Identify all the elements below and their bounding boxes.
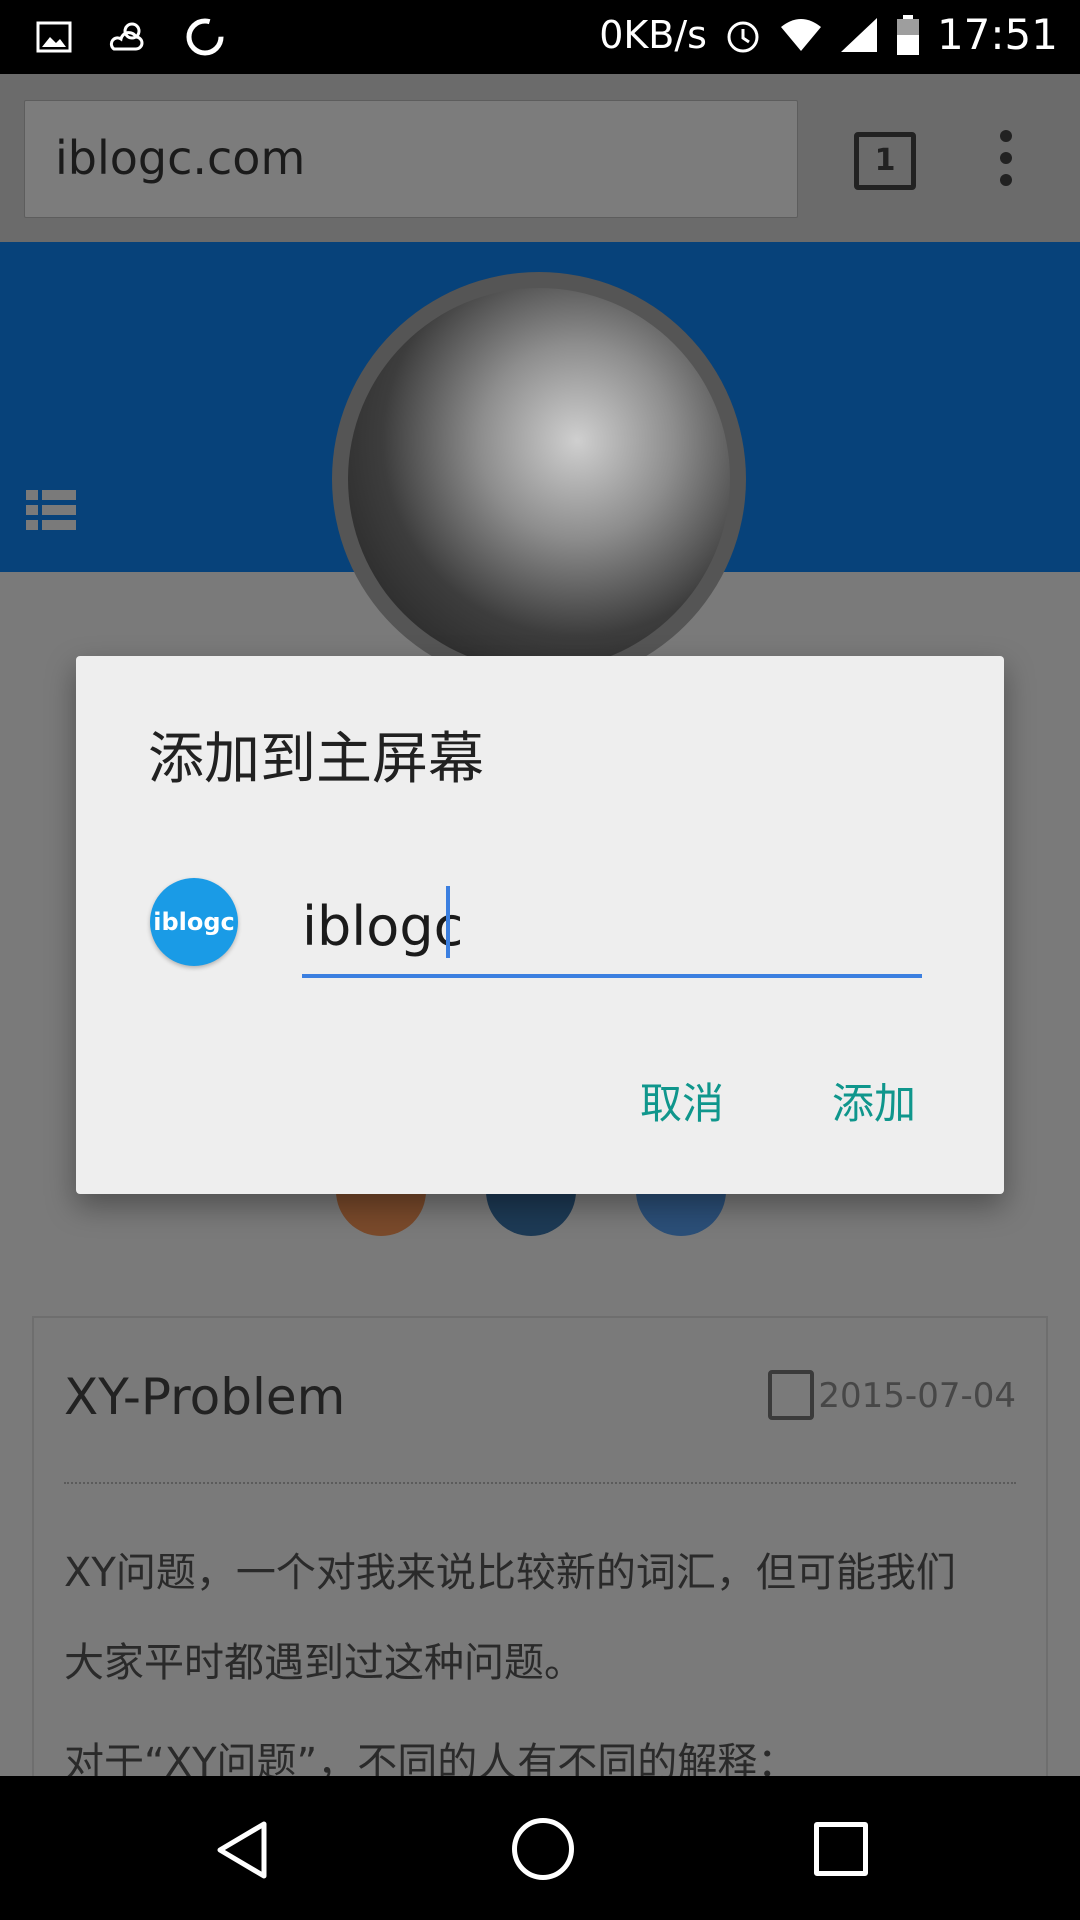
status-left-icons [36, 16, 226, 58]
post-paragraph-line: XY问题，一个对我来说比较新的词汇，但可能我们 [64, 1550, 956, 1596]
post-title[interactable]: XY-Problem [64, 1368, 345, 1426]
site-icon: iblogc [150, 878, 238, 966]
weather-icon [109, 22, 144, 51]
list-menu-icon[interactable] [26, 490, 76, 530]
image-icon [36, 21, 72, 53]
calendar-icon [768, 1370, 814, 1420]
post-card: XY-Problem 2015-07-04 XY问题，一个对我来说比较新的词汇，… [32, 1316, 1048, 1786]
back-icon[interactable] [214, 1820, 270, 1880]
add-button[interactable]: 添加 [832, 1070, 916, 1131]
tab-switcher-button[interactable]: 1 [854, 132, 916, 190]
wifi-icon [780, 18, 821, 51]
url-bar[interactable]: iblogc.com [24, 100, 798, 218]
browser-toolbar: iblogc.com 1 [0, 74, 1080, 242]
avatar [332, 272, 746, 686]
post-date: 2015-07-04 [818, 1376, 1016, 1416]
status-bar: 0KB/s 17:51 [0, 0, 1080, 74]
dialog-title: 添加到主屏幕 [148, 727, 484, 792]
signal-icon [840, 17, 877, 52]
clock: 17:51 [936, 10, 1058, 59]
cancel-button[interactable]: 取消 [640, 1070, 724, 1131]
shortcut-name-input[interactable] [302, 878, 922, 978]
sync-icon [186, 18, 224, 56]
alarm-icon [727, 21, 759, 52]
network-speed: 0KB/s [599, 12, 707, 57]
divider [64, 1482, 1016, 1484]
more-vert-icon[interactable] [1000, 130, 1014, 190]
text-caret [446, 886, 450, 958]
home-icon[interactable] [512, 1818, 574, 1880]
url-text: iblogc.com [55, 131, 306, 185]
battery-icon [896, 14, 919, 55]
add-to-homescreen-dialog: 添加到主屏幕 iblogc 取消 添加 [76, 656, 1004, 1194]
post-paragraph-line: 大家平时都遇到过这种问题。 [64, 1640, 584, 1686]
avatar-image [348, 288, 730, 670]
navigation-bar [0, 1776, 1080, 1920]
recents-icon[interactable] [814, 1822, 868, 1876]
status-right: 0KB/s 17:51 [599, 10, 1058, 59]
